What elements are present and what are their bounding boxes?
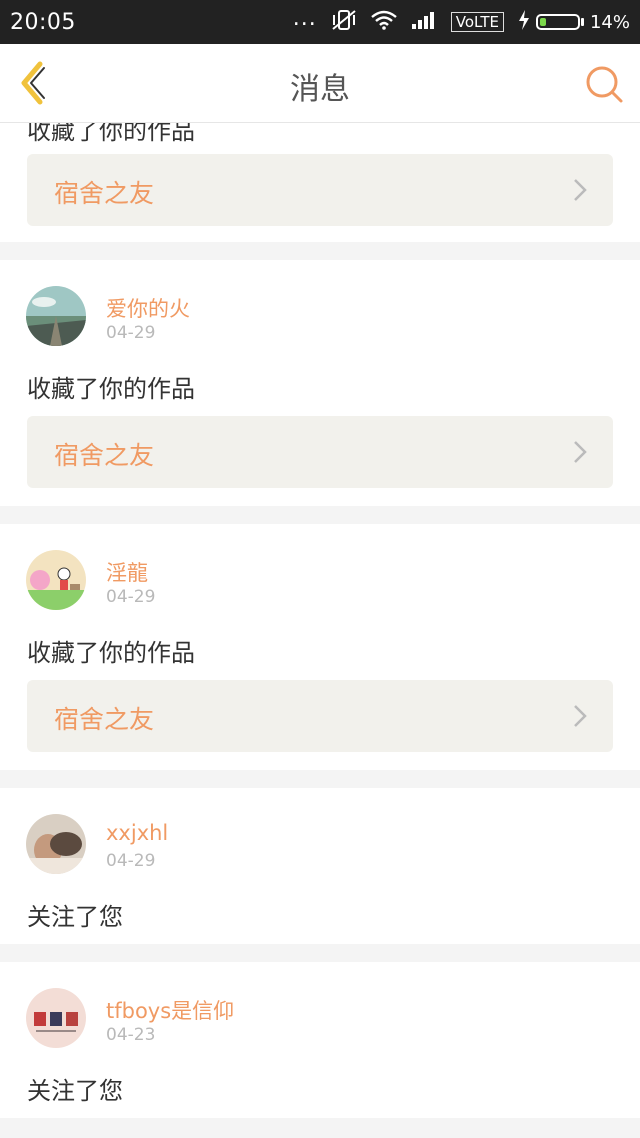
status-icons: ... VoLTE 14%: [292, 5, 630, 36]
post-date: 04-23: [106, 1025, 156, 1045]
status-bar: 20:05 ... VoLTE 14%: [0, 0, 640, 44]
post-date: 04-29: [106, 587, 156, 607]
work-title: 宿舍之友: [54, 179, 155, 208]
app-header: 消息: [0, 44, 640, 123]
work-link[interactable]: 宿舍之友: [27, 416, 613, 488]
action-text: 收藏了你的作品: [27, 639, 195, 667]
avatar[interactable]: [26, 814, 86, 874]
post-date: 04-29: [106, 323, 156, 343]
search-button[interactable]: [584, 64, 624, 104]
charging-icon: [518, 9, 530, 35]
notification-card: 淫龍 04-29 收藏了你的作品 宿舍之友: [0, 524, 640, 770]
action-text: 收藏了你的作品: [27, 123, 195, 145]
vibrate-icon: [331, 9, 357, 36]
work-title: 宿舍之友: [54, 441, 155, 470]
username[interactable]: xxjxhl: [106, 821, 168, 845]
search-icon: [586, 66, 623, 103]
work-title: 宿舍之友: [54, 705, 155, 734]
battery-percent: 14%: [589, 11, 630, 33]
username[interactable]: tfboys是信仰: [106, 995, 234, 1025]
status-time: 20:05: [10, 9, 76, 35]
action-text: 收藏了你的作品: [27, 375, 195, 403]
notification-card: 收藏了你的作品 宿舍之友: [0, 123, 640, 242]
notification-card: xxjxhl 04-29 关注了您: [0, 788, 640, 944]
wifi-icon: [370, 10, 397, 35]
action-text: 关注了您: [27, 903, 123, 931]
chevron-right-icon: [574, 179, 587, 201]
notification-feed: 收藏了你的作品 宿舍之友 爱你的火 04-29 收藏了你的作品 宿舍之友 淫龍 …: [0, 123, 640, 1136]
avatar[interactable]: [26, 286, 86, 346]
username[interactable]: 爱你的火: [106, 293, 190, 323]
work-link[interactable]: 宿舍之友: [27, 154, 613, 226]
volte-badge: VoLTE: [450, 12, 504, 32]
battery-icon: [535, 14, 580, 30]
chevron-right-icon: [574, 705, 587, 727]
signal-icon: [411, 10, 437, 35]
work-link[interactable]: 宿舍之友: [27, 680, 613, 752]
notification-card: tfboys是信仰 04-23 关注了您: [0, 962, 640, 1118]
avatar[interactable]: [26, 550, 86, 610]
more-dots: ...: [292, 5, 317, 31]
notification-card: 爱你的火 04-29 收藏了你的作品 宿舍之友: [0, 260, 640, 506]
chevron-right-icon: [574, 441, 587, 463]
page-title: 消息: [290, 72, 350, 107]
post-date: 04-29: [106, 851, 156, 871]
username[interactable]: 淫龍: [106, 557, 148, 587]
avatar[interactable]: [26, 988, 86, 1048]
action-text: 关注了您: [27, 1077, 123, 1105]
battery-indicator: 14%: [518, 9, 630, 35]
